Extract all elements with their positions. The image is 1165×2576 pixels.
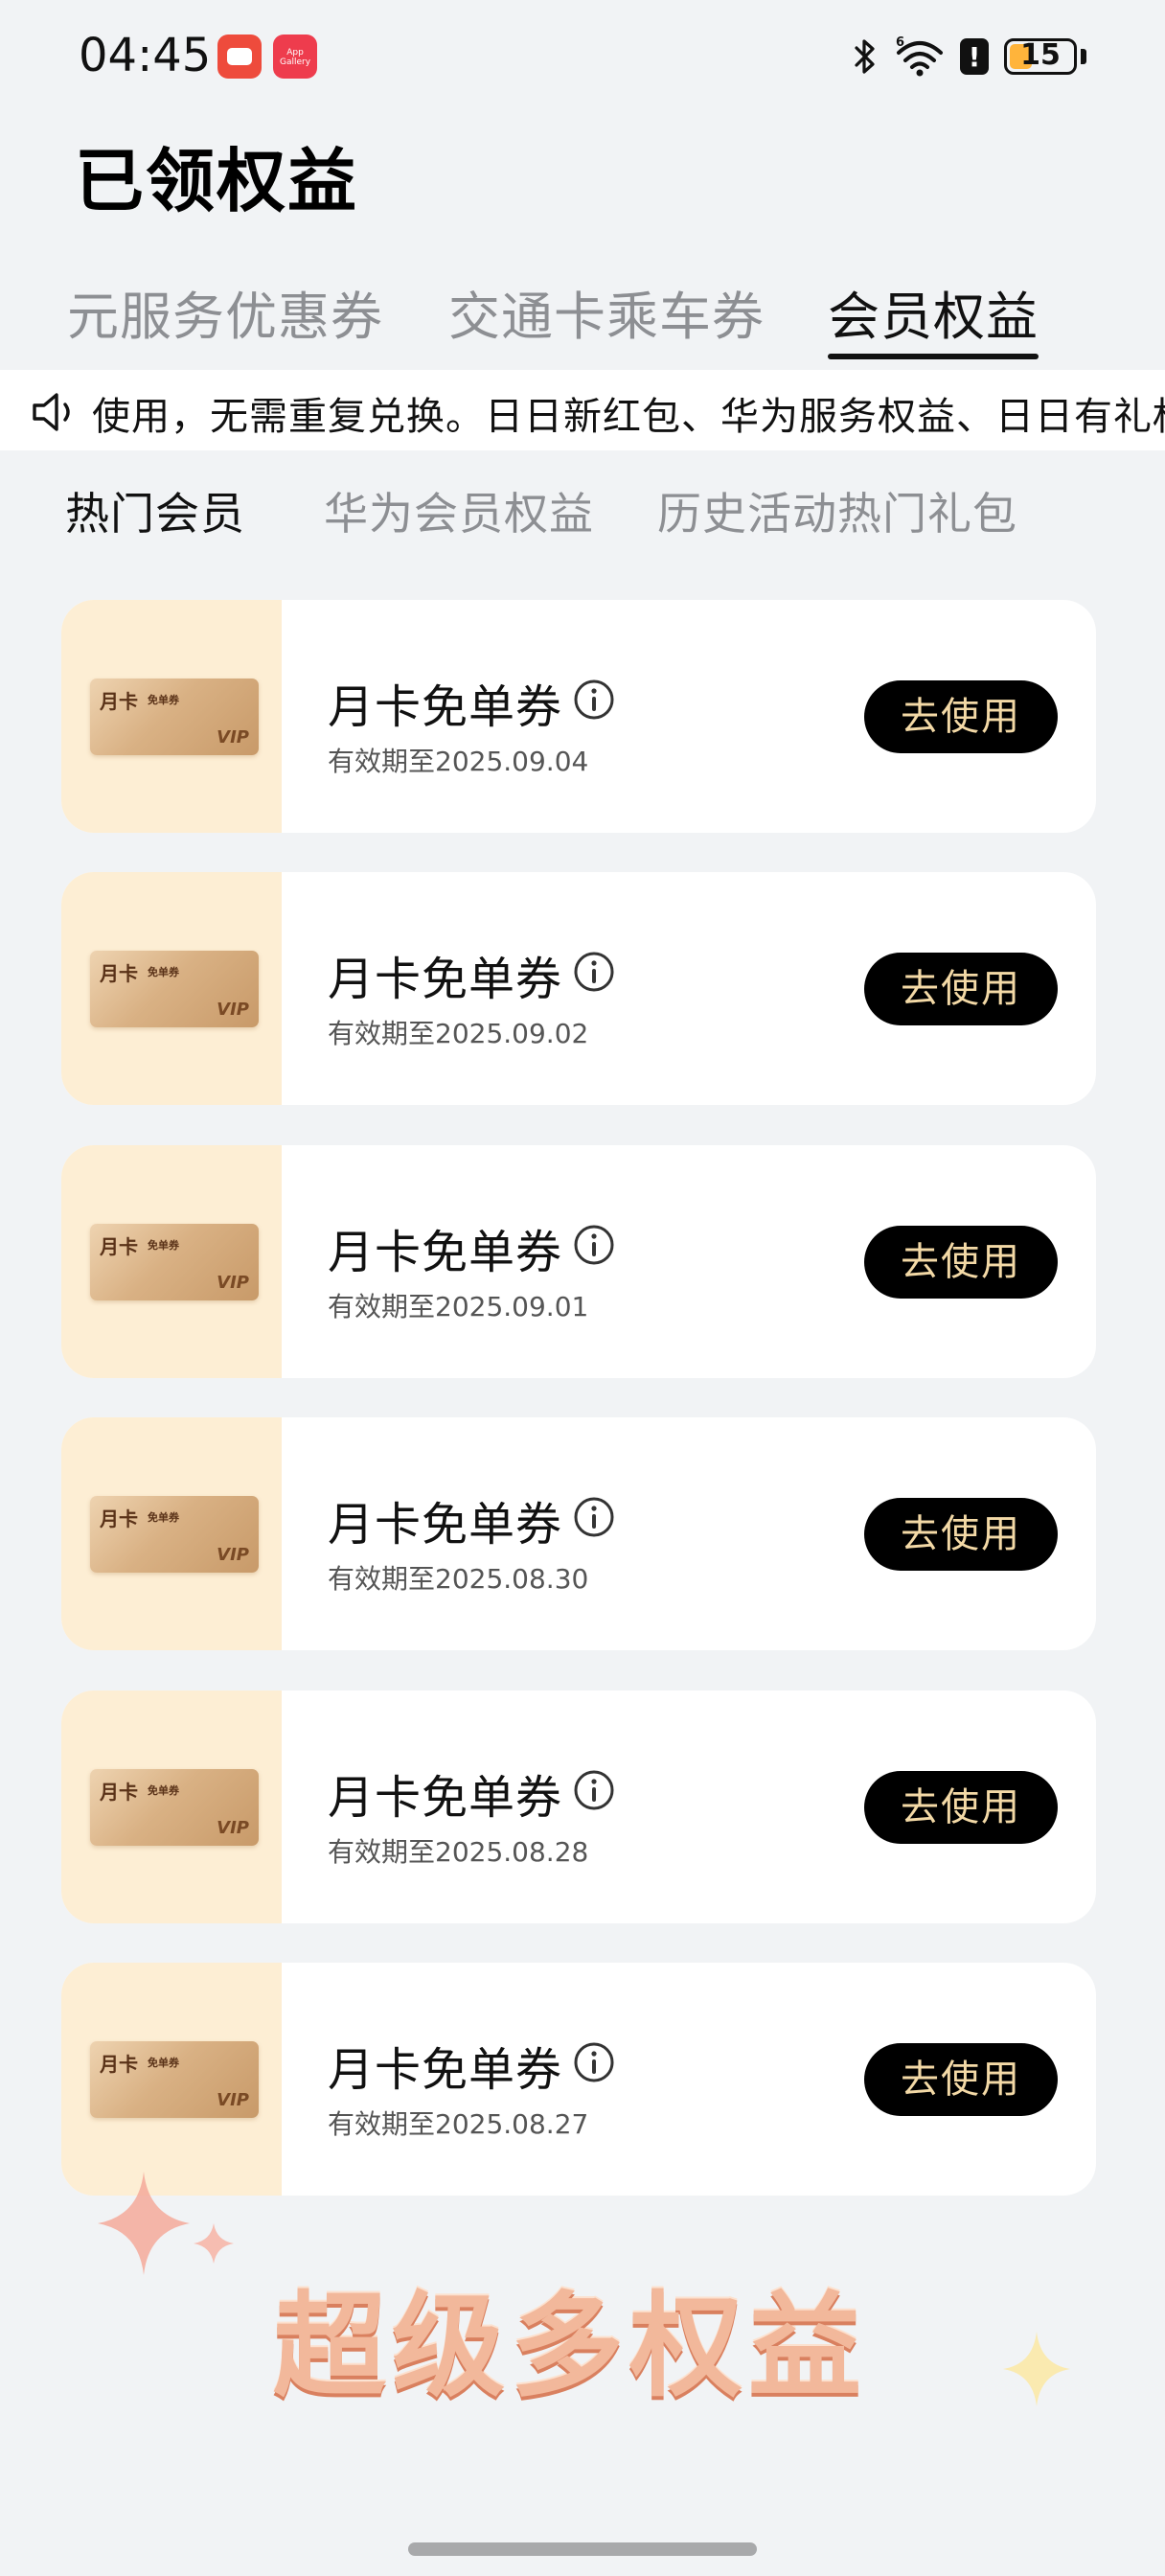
- coupon-card[interactable]: 月卡 免单券 VIP 月卡免单券 有效期至2025.08.27 去使用: [61, 1963, 1096, 2196]
- vip-card-subtitle: 免单券: [148, 694, 179, 706]
- info-icon[interactable]: [573, 1496, 615, 1538]
- subtab-popular-members[interactable]: 热门会员: [65, 479, 245, 542]
- vip-card-image: 月卡 免单券 VIP: [90, 1769, 259, 1846]
- coupon-card[interactable]: 月卡 免单券 VIP 月卡免单券 有效期至2025.09.04 去使用: [61, 600, 1096, 833]
- battery-tip: [1081, 49, 1086, 64]
- vip-card-subtitle: 免单券: [148, 1784, 179, 1797]
- status-time: 04:45: [79, 29, 212, 82]
- use-coupon-button[interactable]: 去使用: [864, 2043, 1058, 2116]
- coupon-expiry: 有效期至2025.08.27: [328, 2108, 589, 2140]
- coupon-thumbnail: 月卡 免单券 VIP: [61, 1963, 282, 2196]
- info-icon[interactable]: [573, 1224, 615, 1266]
- coupon-card[interactable]: 月卡 免单券 VIP 月卡免单券 有效期至2025.09.02 去使用: [61, 872, 1096, 1105]
- vip-card-image: 月卡 免单券 VIP: [90, 678, 259, 755]
- tab-member-benefits[interactable]: 会员权益: [828, 274, 1039, 359]
- use-coupon-button[interactable]: 去使用: [864, 1771, 1058, 1844]
- notice-text: 使用，无需重复兑换。日日新红包、华为服务权益、日日有礼权: [92, 395, 1165, 439]
- page-title: 已领权益: [75, 141, 359, 221]
- tab-transit-coupons[interactable]: 交通卡乘车券: [448, 274, 765, 350]
- vip-card-title: 月卡: [100, 1781, 138, 1804]
- app-gallery-label: App Gallery: [279, 48, 311, 67]
- use-coupon-button[interactable]: 去使用: [864, 1226, 1058, 1299]
- use-coupon-button[interactable]: 去使用: [864, 953, 1058, 1025]
- coupon-title: 月卡免单券: [328, 2043, 563, 2097]
- vip-card-subtitle: 免单券: [148, 1239, 179, 1252]
- bluetooth-icon: [855, 39, 875, 74]
- coupon-card[interactable]: 月卡 免单券 VIP 月卡免单券 有效期至2025.09.01 去使用: [61, 1145, 1096, 1378]
- vip-card-image: 月卡 免单券 VIP: [90, 951, 259, 1027]
- coupon-expiry: 有效期至2025.08.30: [328, 1563, 589, 1595]
- promo-banner-text: 超级多权益: [272, 2280, 867, 2412]
- info-icon[interactable]: [573, 951, 615, 993]
- vip-card-badge: VIP: [217, 1273, 249, 1293]
- coupon-thumbnail: 月卡 免单券 VIP: [61, 872, 282, 1105]
- vip-card-title: 月卡: [100, 1235, 138, 1258]
- battery-icon: 15: [1004, 38, 1077, 75]
- info-icon[interactable]: [573, 2041, 615, 2083]
- wifi-6-icon: 6: [896, 35, 943, 77]
- battery-level: 15: [1020, 38, 1061, 72]
- coupon-card[interactable]: 月卡 免单券 VIP 月卡免单券 有效期至2025.08.28 去使用: [61, 1690, 1096, 1923]
- warning-icon: !: [960, 38, 989, 75]
- coupon-thumbnail: 月卡 免单券 VIP: [61, 1417, 282, 1650]
- tab-service-coupons[interactable]: 元服务优惠券: [67, 274, 383, 350]
- coupon-thumbnail: 月卡 免单券 VIP: [61, 1145, 282, 1378]
- use-coupon-button[interactable]: 去使用: [864, 1498, 1058, 1571]
- coupon-title: 月卡免单券: [328, 1498, 563, 1552]
- coupon-thumbnail: 月卡 免单券 VIP: [61, 600, 282, 833]
- vip-card-image: 月卡 免单券 VIP: [90, 2041, 259, 2118]
- vip-card-title: 月卡: [100, 962, 138, 985]
- info-icon[interactable]: [573, 678, 615, 721]
- coupon-expiry: 有效期至2025.09.01: [328, 1291, 589, 1322]
- coupon-expiry: 有效期至2025.08.28: [328, 1836, 589, 1868]
- vip-card-badge: VIP: [217, 2090, 249, 2110]
- vip-card-badge: VIP: [217, 1000, 249, 1020]
- use-coupon-button[interactable]: 去使用: [864, 680, 1058, 753]
- vip-card-subtitle: 免单券: [148, 2057, 179, 2069]
- coupon-expiry: 有效期至2025.09.04: [328, 746, 589, 777]
- vip-card-image: 月卡 免单券 VIP: [90, 1224, 259, 1300]
- vip-card-subtitle: 免单券: [148, 1511, 179, 1524]
- vip-card-badge: VIP: [217, 1545, 249, 1565]
- coupon-expiry: 有效期至2025.09.02: [328, 1018, 589, 1049]
- speaker-icon: [33, 393, 70, 431]
- app-gallery-icon: App Gallery: [273, 34, 317, 79]
- vip-card-title: 月卡: [100, 1507, 138, 1530]
- coupon-title: 月卡免单券: [328, 953, 563, 1006]
- coupon-title: 月卡免单券: [328, 680, 563, 734]
- vip-card-badge: VIP: [217, 1818, 249, 1838]
- svg-text:6: 6: [896, 35, 904, 50]
- vip-card-title: 月卡: [100, 2053, 138, 2076]
- coupon-title: 月卡免单券: [328, 1226, 563, 1279]
- vip-card-badge: VIP: [217, 727, 249, 748]
- coupon-thumbnail: 月卡 免单券 VIP: [61, 1690, 282, 1923]
- subtab-history-gift-packs[interactable]: 历史活动热门礼包: [657, 479, 1017, 542]
- subtab-huawei-member-benefits[interactable]: 华为会员权益: [324, 479, 594, 542]
- vip-card-title: 月卡: [100, 690, 138, 713]
- coupon-title: 月卡免单券: [328, 1771, 563, 1825]
- vip-card-subtitle: 免单券: [148, 966, 179, 978]
- notice-marquee: 使用，无需重复兑换。日日新红包、华为服务权益、日日有礼权: [0, 370, 1165, 450]
- home-indicator[interactable]: [408, 2542, 757, 2556]
- notification-app-icon: [217, 34, 262, 79]
- info-icon[interactable]: [573, 1769, 615, 1811]
- status-icons: 6 ! 15: [851, 33, 1086, 80]
- vip-card-image: 月卡 免单券 VIP: [90, 1496, 259, 1573]
- coupon-card[interactable]: 月卡 免单券 VIP 月卡免单券 有效期至2025.08.30 去使用: [61, 1417, 1096, 1650]
